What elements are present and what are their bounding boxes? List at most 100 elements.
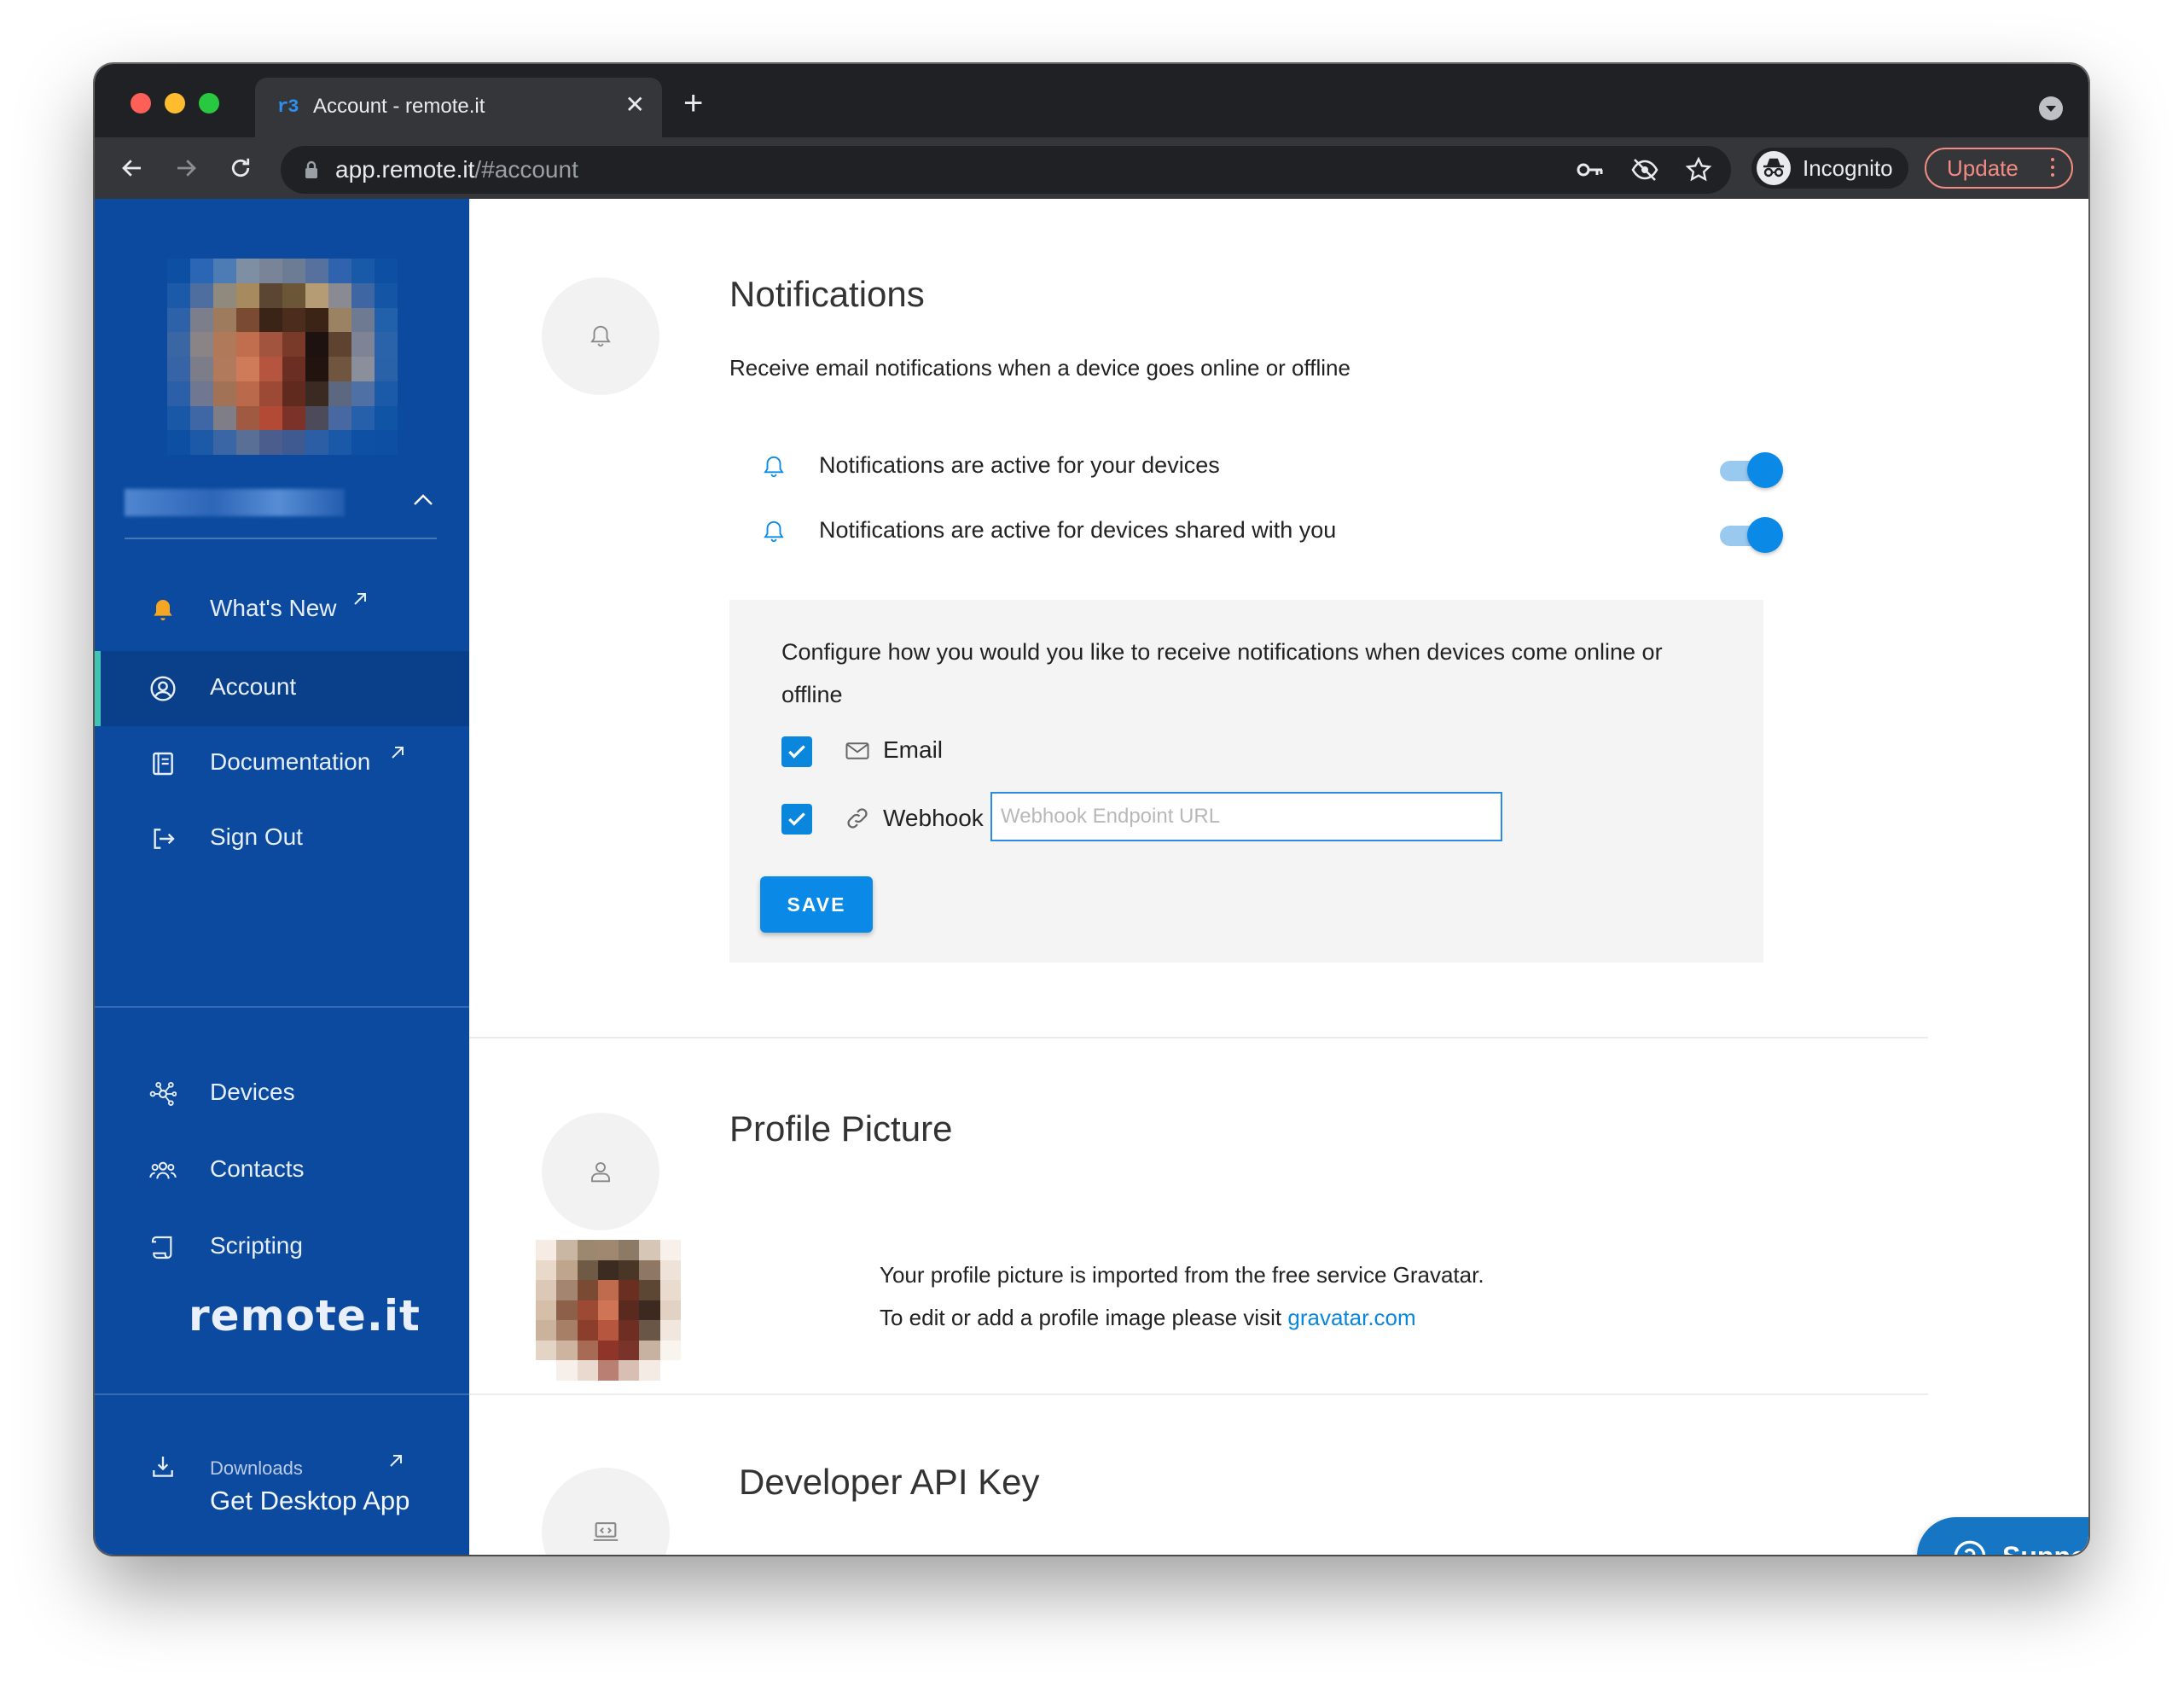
- avatar-pixel: [282, 357, 305, 381]
- maximize-window-button[interactable]: [199, 93, 219, 113]
- sidebar-item-devices[interactable]: Devices: [95, 1056, 469, 1131]
- avatar-pixel: [259, 332, 282, 357]
- own-devices-toggle[interactable]: [1716, 452, 1785, 488]
- new-tab-button[interactable]: +: [683, 86, 703, 120]
- avatar-pixel: [597, 1320, 619, 1341]
- avatar-pixel: [556, 1240, 578, 1260]
- avatar-pixel: [375, 259, 398, 283]
- remoteit-favicon-icon: r3: [277, 96, 299, 118]
- avatar-pixel: [351, 430, 375, 455]
- avatar-pixel: [597, 1280, 619, 1300]
- sidebar-item-account[interactable]: Account: [95, 651, 469, 726]
- eye-off-icon[interactable]: [1630, 156, 1659, 183]
- save-button[interactable]: SAVE: [760, 876, 873, 933]
- incognito-indicator[interactable]: Incognito: [1751, 148, 1908, 189]
- avatar-pixel: [536, 1240, 557, 1260]
- url-text: app.remote.it/#account: [335, 156, 578, 183]
- book-icon: [153, 752, 173, 776]
- avatar-pixel: [577, 1320, 598, 1341]
- sidebar-item-label: Devices: [210, 1079, 295, 1105]
- avatar-pixel: [577, 1360, 598, 1381]
- avatar-pixel: [259, 405, 282, 431]
- remoteit-logo: remote.it: [189, 1291, 421, 1341]
- notifications-section-badge: [542, 277, 659, 395]
- bell-icon: [764, 456, 784, 478]
- shared-devices-toggle[interactable]: [1716, 517, 1785, 553]
- avatar-pixel: [375, 307, 398, 333]
- avatar-pixel: [190, 332, 213, 357]
- toggle-label: Notifications are active for devices sha…: [819, 517, 1337, 543]
- user-avatar[interactable]: [167, 259, 398, 455]
- avatar-pixel: [236, 332, 259, 357]
- avatar-pixel: [167, 307, 190, 333]
- sidebar: What's New Account Documentation Sign Ou…: [95, 199, 469, 1555]
- key-icon[interactable]: [1576, 156, 1605, 183]
- sidebar-item-label: Contacts: [210, 1155, 305, 1182]
- browser-tab[interactable]: r3 Account - remote.it ✕: [255, 78, 662, 137]
- get-desktop-app-link[interactable]: Get Desktop App: [210, 1486, 410, 1516]
- star-icon[interactable]: [1685, 156, 1712, 183]
- avatar-pixel: [577, 1240, 598, 1260]
- avatar-pixel: [167, 332, 190, 357]
- profile-section-badge: [542, 1113, 659, 1230]
- avatar-pixel: [639, 1240, 660, 1260]
- forward-button[interactable]: [166, 148, 206, 189]
- avatar-pixel: [305, 282, 328, 308]
- avatar-pixel: [577, 1300, 598, 1321]
- sidebar-item-sign-out[interactable]: Sign Out: [95, 801, 469, 876]
- avatar-pixel: [282, 307, 305, 333]
- avatar-pixel: [167, 259, 190, 283]
- user-name-redacted: [125, 489, 345, 516]
- avatar-pixel: [536, 1320, 557, 1341]
- avatar-pixel: [659, 1259, 681, 1281]
- config-description: Configure how you would you like to rece…: [781, 639, 1663, 707]
- sidebar-item-whats-new[interactable]: What's New: [95, 573, 469, 648]
- avatar-pixel: [305, 332, 328, 357]
- update-label: Update: [1947, 154, 2018, 181]
- minimize-window-button[interactable]: [165, 93, 185, 113]
- main-content: Notifications Receive email notification…: [469, 199, 2088, 1555]
- gravatar-link[interactable]: gravatar.com: [1287, 1305, 1415, 1330]
- bell-icon: [154, 600, 172, 620]
- avatar-pixel: [328, 307, 351, 333]
- tab-close-icon[interactable]: ✕: [625, 91, 645, 119]
- avatar-pixel: [351, 282, 375, 308]
- avatar-pixel: [351, 332, 375, 357]
- link-icon: [847, 808, 868, 829]
- address-bar[interactable]: app.remote.it/#account: [281, 146, 1731, 194]
- avatar-pixel: [556, 1280, 578, 1300]
- tab-search-icon[interactable]: [2039, 96, 2063, 120]
- avatar-pixel: [190, 405, 213, 431]
- support-button[interactable]: Support: [1917, 1517, 2088, 1555]
- email-checkbox[interactable]: [781, 736, 812, 767]
- avatar-pixel: [190, 430, 213, 455]
- avatar-pixel: [597, 1240, 619, 1260]
- gravatar-edit-text: To edit or add a profile image please vi…: [880, 1305, 1416, 1331]
- bell-icon: [764, 521, 784, 543]
- update-button[interactable]: Update: [1925, 148, 2073, 189]
- sidebar-item-documentation[interactable]: Documentation: [95, 726, 469, 801]
- webhook-url-input[interactable]: [990, 792, 1502, 841]
- arrow-left-icon: [122, 160, 141, 177]
- avatar-pixel: [305, 259, 328, 283]
- sidebar-item-label: Account: [210, 673, 297, 700]
- chevron-up-icon[interactable]: [412, 492, 434, 508]
- avatar-pixel: [167, 405, 190, 431]
- avatar-pixel: [639, 1259, 660, 1281]
- webhook-checkbox[interactable]: [781, 804, 812, 835]
- avatar-pixel: [328, 282, 351, 308]
- avatar-pixel: [659, 1240, 681, 1260]
- avatar-pixel: [597, 1259, 619, 1281]
- avatar-pixel: [577, 1259, 598, 1281]
- email-label: Email: [883, 736, 944, 763]
- sidebar-item-scripting[interactable]: Scripting: [95, 1210, 469, 1285]
- avatar-pixel: [213, 259, 236, 283]
- reload-button[interactable]: [220, 148, 261, 189]
- downloads-label: Downloads: [210, 1457, 303, 1479]
- profile-avatar: [536, 1240, 681, 1381]
- back-button[interactable]: [112, 148, 153, 189]
- download-icon: [153, 1457, 173, 1477]
- sidebar-footer-divider: [95, 1393, 469, 1395]
- sidebar-item-contacts[interactable]: Contacts: [95, 1133, 469, 1208]
- close-window-button[interactable]: [131, 93, 151, 113]
